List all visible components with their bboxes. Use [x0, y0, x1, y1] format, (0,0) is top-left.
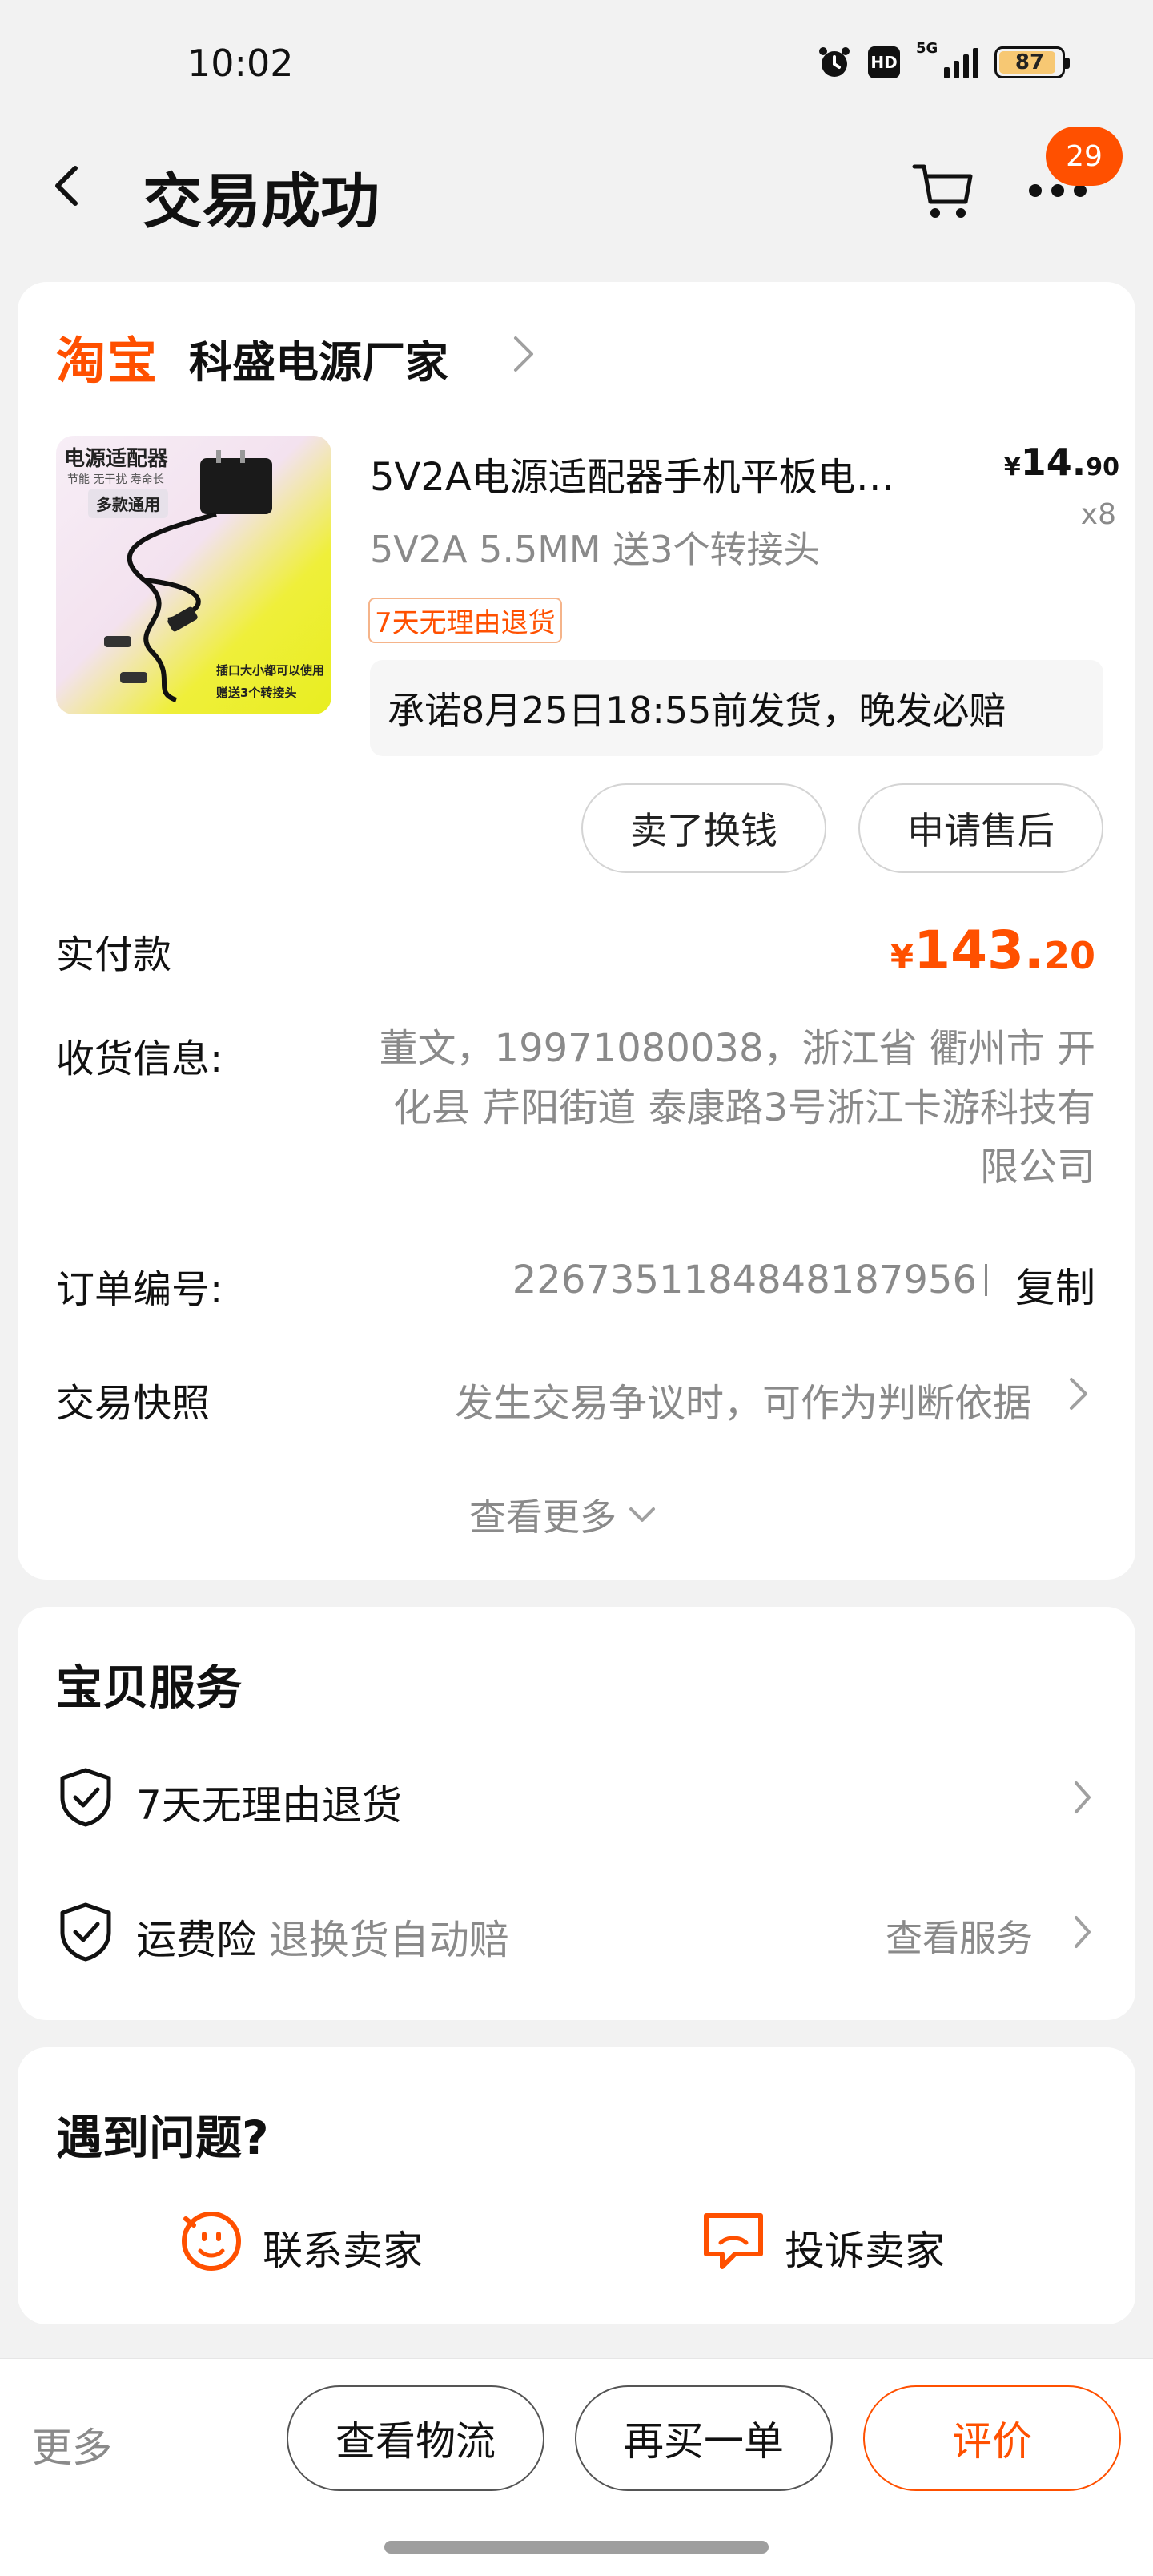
paid-label: 实付款	[56, 932, 172, 977]
order-number-label: 订单编号:	[56, 1267, 223, 1312]
price-currency: ¥	[1003, 453, 1021, 481]
product-price: ¥14.90	[1004, 441, 1119, 484]
taobao-logo: 淘宝	[56, 332, 159, 390]
service-freight-label: 运费险	[136, 1917, 256, 1963]
product-image-line1: 插口大小都可以使用	[216, 663, 325, 678]
shipping-address: 董文，19971080038，浙江省 衢州市 开化县 芹阳街道 泰康路3号浙江卡…	[379, 1026, 1095, 1189]
shipping-label: 收货信息:	[56, 1036, 223, 1081]
help-title: 遇到问题?	[56, 2111, 269, 2165]
status-time: 10:02	[187, 42, 294, 85]
smile-chat-icon[interactable]	[178, 2208, 245, 2275]
more-link[interactable]: 更多	[32, 2416, 112, 2473]
shop-name[interactable]: 科盛电源厂家	[189, 327, 448, 390]
price-decimal: 90	[1086, 453, 1119, 481]
network-type: 5G	[916, 40, 938, 57]
chevron-right-icon[interactable]	[1070, 1777, 1094, 1818]
complain-seller-button[interactable]: 投诉卖家	[785, 2219, 945, 2276]
message-count-badge: 29	[1046, 127, 1123, 186]
chevron-right-icon[interactable]	[508, 332, 540, 376]
buy-again-button[interactable]: 再买一单	[575, 2385, 833, 2491]
shield-check-icon	[60, 1902, 111, 1962]
view-more-button[interactable]: 查看更多	[469, 1488, 658, 1541]
view-more-label: 查看更多	[469, 1495, 617, 1539]
status-icons: HD 5G 87	[817, 40, 1070, 80]
service-freight-sub: 退换货自动赔	[268, 1917, 509, 1963]
shipping-promise: 承诺8月25日18:55前发货，晚发必赔	[370, 660, 1103, 756]
paid-currency: ¥	[890, 937, 914, 976]
battery-level: 87	[1014, 50, 1045, 74]
product-quantity: x8	[1080, 498, 1116, 531]
after-sale-button[interactable]: 申请售后	[858, 783, 1103, 873]
product-title[interactable]: 5V2A电源适配器手机平板电…	[370, 445, 946, 501]
chevron-down-icon	[629, 1507, 655, 1522]
view-logistics-button[interactable]: 查看物流	[287, 2385, 544, 2491]
home-indicator[interactable]	[384, 2541, 769, 2554]
more-dot	[1051, 184, 1064, 197]
copy-order-button[interactable]: 复制	[1015, 1256, 1095, 1314]
cart-button[interactable]	[910, 157, 977, 224]
back-arrow-icon	[55, 166, 78, 206]
snapshot-label: 交易快照	[56, 1381, 211, 1426]
product-image-line2: 赠送3个转接头	[216, 686, 297, 700]
sell-exchange-button[interactable]: 卖了换钱	[581, 783, 826, 873]
service-freight-insurance[interactable]: 运费险 退换货自动赔	[136, 1908, 509, 1966]
review-button[interactable]: 评价	[863, 2385, 1121, 2491]
more-dot	[1074, 184, 1087, 197]
signal-icon: 5G	[916, 40, 978, 78]
paid-integer: 143.	[914, 920, 1044, 981]
chevron-right-icon[interactable]	[1070, 1911, 1094, 1953]
price-integer: 14.	[1020, 441, 1087, 484]
back-button[interactable]	[43, 162, 91, 210]
service-title: 宝贝服务	[56, 1660, 243, 1715]
service-return-label[interactable]: 7天无理由退货	[136, 1773, 402, 1831]
divider	[985, 1264, 987, 1296]
page-title: 交易成功	[143, 167, 380, 236]
battery-icon: 87	[994, 46, 1070, 78]
snapshot-description[interactable]: 发生交易争议时，可作为判断依据	[455, 1371, 1031, 1427]
order-number: 2267351184848187956	[512, 1258, 977, 1302]
view-service-link[interactable]: 查看服务	[886, 1910, 1033, 1962]
shield-check-icon	[60, 1768, 111, 1827]
contact-seller-button[interactable]: 联系卖家	[263, 2219, 423, 2276]
return-policy-tag: 7天无理由退货	[368, 598, 562, 643]
paid-amount: ¥143.20	[890, 920, 1095, 981]
paid-decimal: 20	[1043, 934, 1095, 977]
more-dots-icon	[1029, 184, 1042, 197]
hd-icon: HD	[868, 46, 900, 78]
product-spec: 5V2A 5.5MM 送3个转接头	[370, 528, 821, 571]
help-card	[18, 2047, 1135, 2324]
alarm-icon	[819, 47, 850, 77]
complaint-chat-icon[interactable]	[700, 2208, 767, 2275]
chevron-right-icon[interactable]	[1065, 1371, 1091, 1416]
product-image[interactable]: 电源适配器 节能 无干扰 寿命长 多款通用 插口大小都可以使用 赠送3个转接头	[56, 436, 331, 714]
cart-icon	[912, 164, 973, 218]
